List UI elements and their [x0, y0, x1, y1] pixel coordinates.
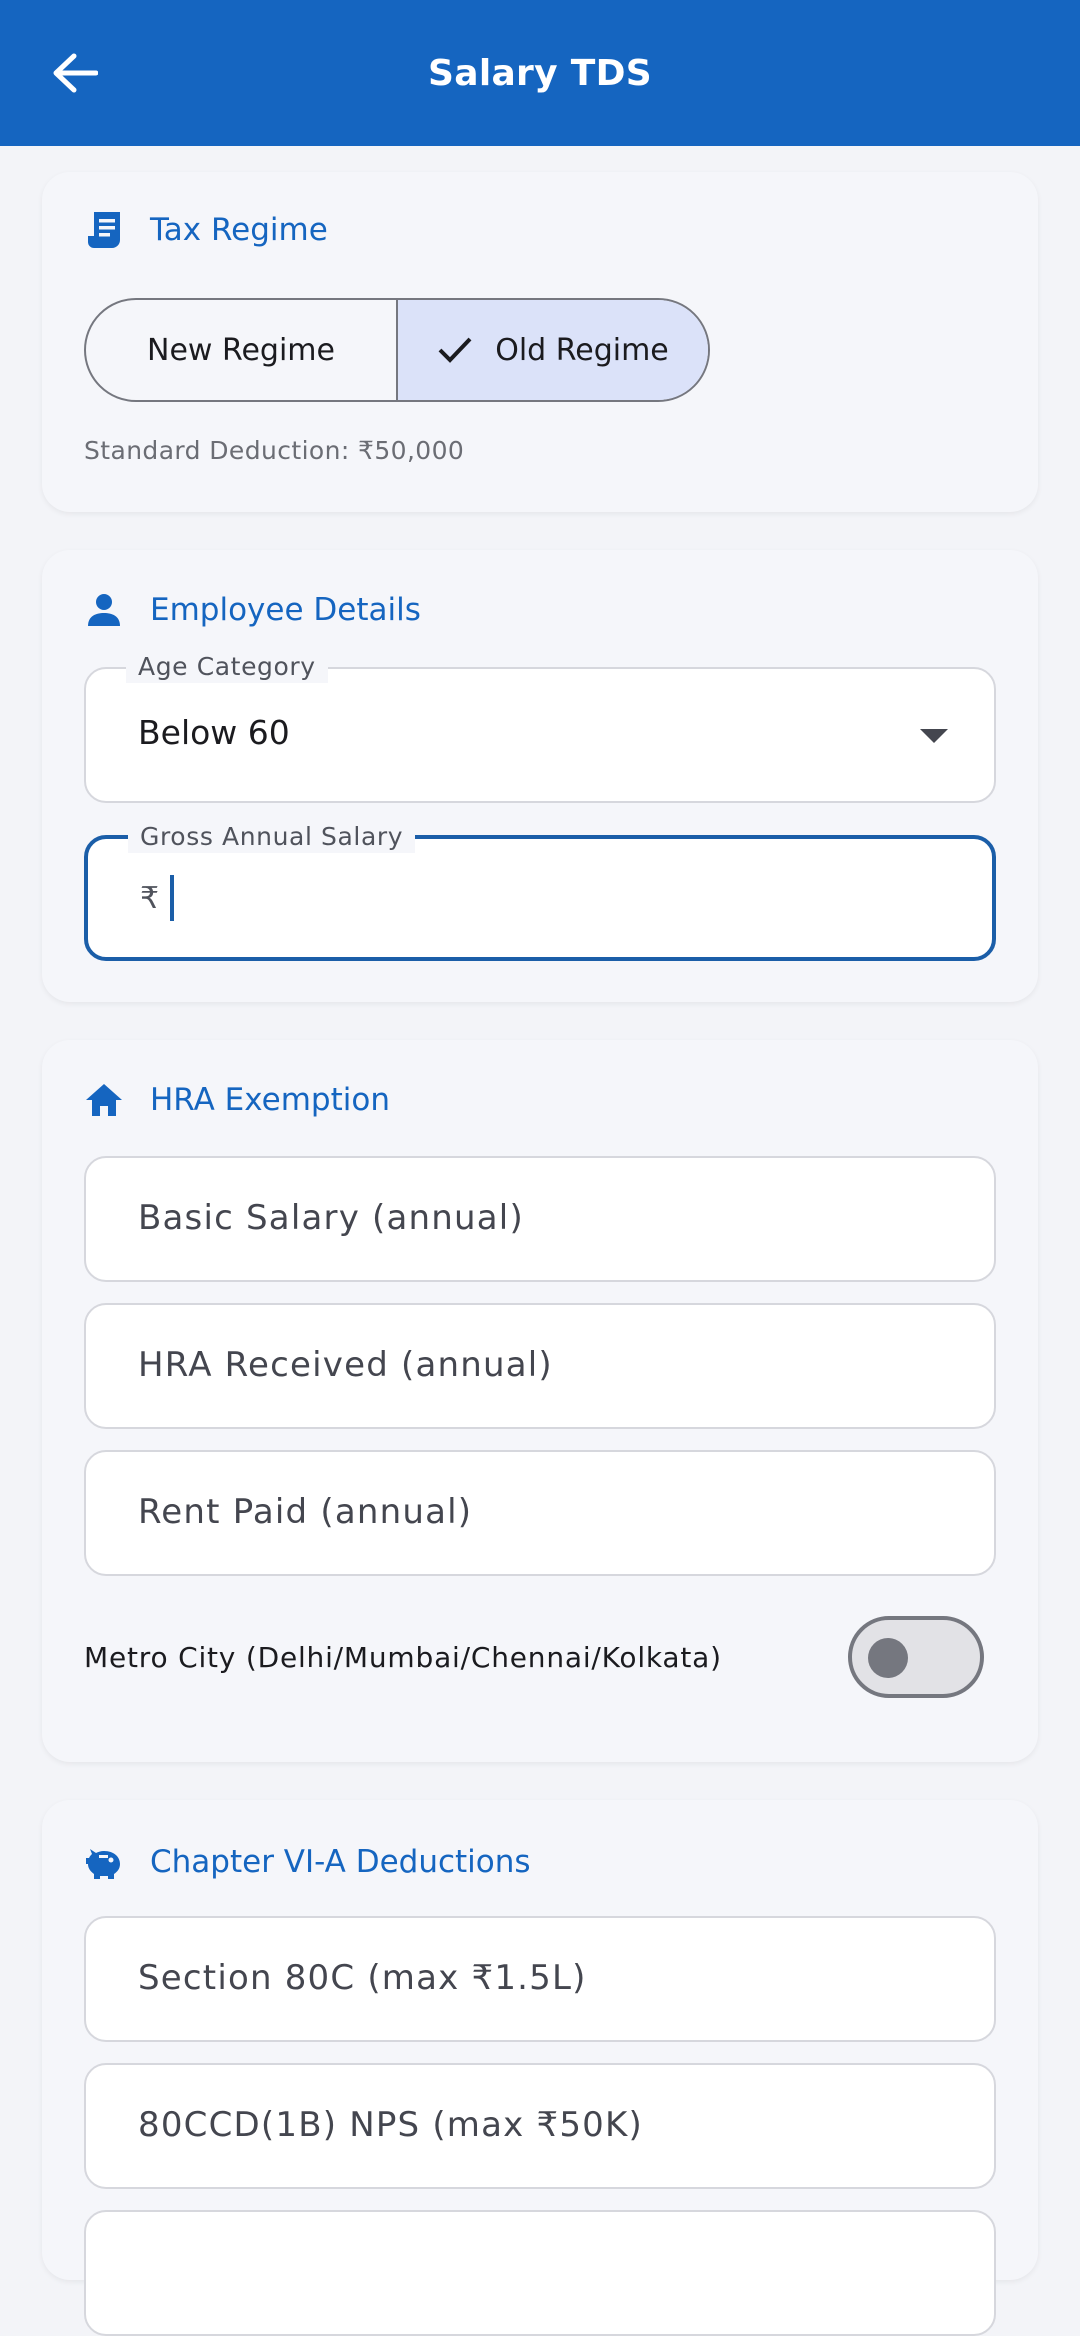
toggle-knob	[868, 1638, 908, 1678]
back-button[interactable]	[42, 40, 108, 106]
hra-exemption-title: HRA Exemption	[150, 1082, 390, 1118]
old-regime-option[interactable]: Old Regime	[398, 300, 708, 400]
nps-80ccd-input[interactable]: 80CCD(1B) NPS (max ₹50K)	[84, 2063, 996, 2189]
metro-city-toggle[interactable]	[848, 1616, 984, 1698]
section-80c-placeholder: Section 80C (max ₹1.5L)	[138, 1958, 587, 1998]
hra-received-input[interactable]: HRA Received (annual)	[84, 1303, 996, 1429]
hra-exemption-card: HRA Exemption Basic Salary (annual) HRA …	[42, 1040, 1038, 1762]
check-icon	[437, 335, 473, 365]
employee-details-card: Employee Details Age Category Below 60 G…	[42, 550, 1038, 1002]
age-category-dropdown[interactable]: Age Category Below 60	[84, 651, 996, 803]
deductions-title: Chapter VI-A Deductions	[150, 1844, 531, 1880]
deductions-card: Chapter VI-A Deductions Section 80C (max…	[42, 1800, 1038, 2336]
basic-salary-input[interactable]: Basic Salary (annual)	[84, 1156, 996, 1282]
tax-regime-title: Tax Regime	[150, 212, 328, 248]
nps-80ccd-placeholder: 80CCD(1B) NPS (max ₹50K)	[138, 2105, 643, 2145]
next-deduction-input[interactable]	[84, 2210, 996, 2336]
arrow-left-icon	[53, 53, 98, 93]
gross-salary-input[interactable]: Gross Annual Salary ₹	[84, 821, 996, 961]
text-cursor	[170, 875, 174, 921]
old-regime-label: Old Regime	[495, 332, 669, 368]
age-category-label: Age Category	[126, 651, 328, 683]
new-regime-option[interactable]: New Regime	[86, 300, 398, 400]
rent-paid-input[interactable]: Rent Paid (annual)	[84, 1450, 996, 1576]
page-title: Salary TDS	[428, 52, 652, 94]
home-icon	[84, 1080, 124, 1120]
person-icon	[84, 590, 124, 630]
hra-received-placeholder: HRA Received (annual)	[138, 1345, 553, 1385]
piggy-bank-icon	[84, 1842, 124, 1882]
gross-salary-label: Gross Annual Salary	[128, 821, 416, 853]
new-regime-label: New Regime	[147, 332, 335, 368]
regime-selector: New Regime Old Regime	[84, 298, 710, 402]
employee-details-title: Employee Details	[150, 592, 421, 628]
standard-deduction-note: Standard Deduction: ₹50,000	[84, 436, 465, 465]
basic-salary-placeholder: Basic Salary (annual)	[138, 1198, 524, 1238]
employee-details-header: Employee Details	[84, 590, 421, 630]
tax-regime-header: Tax Regime	[84, 210, 328, 250]
hra-exemption-header: HRA Exemption	[84, 1080, 390, 1120]
triangle-down-icon	[920, 729, 948, 743]
tax-regime-card: Tax Regime New Regime Old Regime Standar…	[42, 172, 1038, 512]
section-80c-input[interactable]: Section 80C (max ₹1.5L)	[84, 1916, 996, 2042]
metro-city-row: Metro City (Delhi/Mumbai/Chennai/Kolkata…	[84, 1616, 996, 1698]
metro-city-label: Metro City (Delhi/Mumbai/Chennai/Kolkata…	[84, 1640, 722, 1674]
age-category-value: Below 60	[138, 713, 290, 752]
app-bar: Salary TDS	[0, 0, 1080, 146]
receipt-icon	[84, 210, 124, 250]
deductions-header: Chapter VI-A Deductions	[84, 1842, 531, 1882]
rent-paid-placeholder: Rent Paid (annual)	[138, 1492, 473, 1532]
currency-prefix: ₹	[140, 881, 160, 916]
